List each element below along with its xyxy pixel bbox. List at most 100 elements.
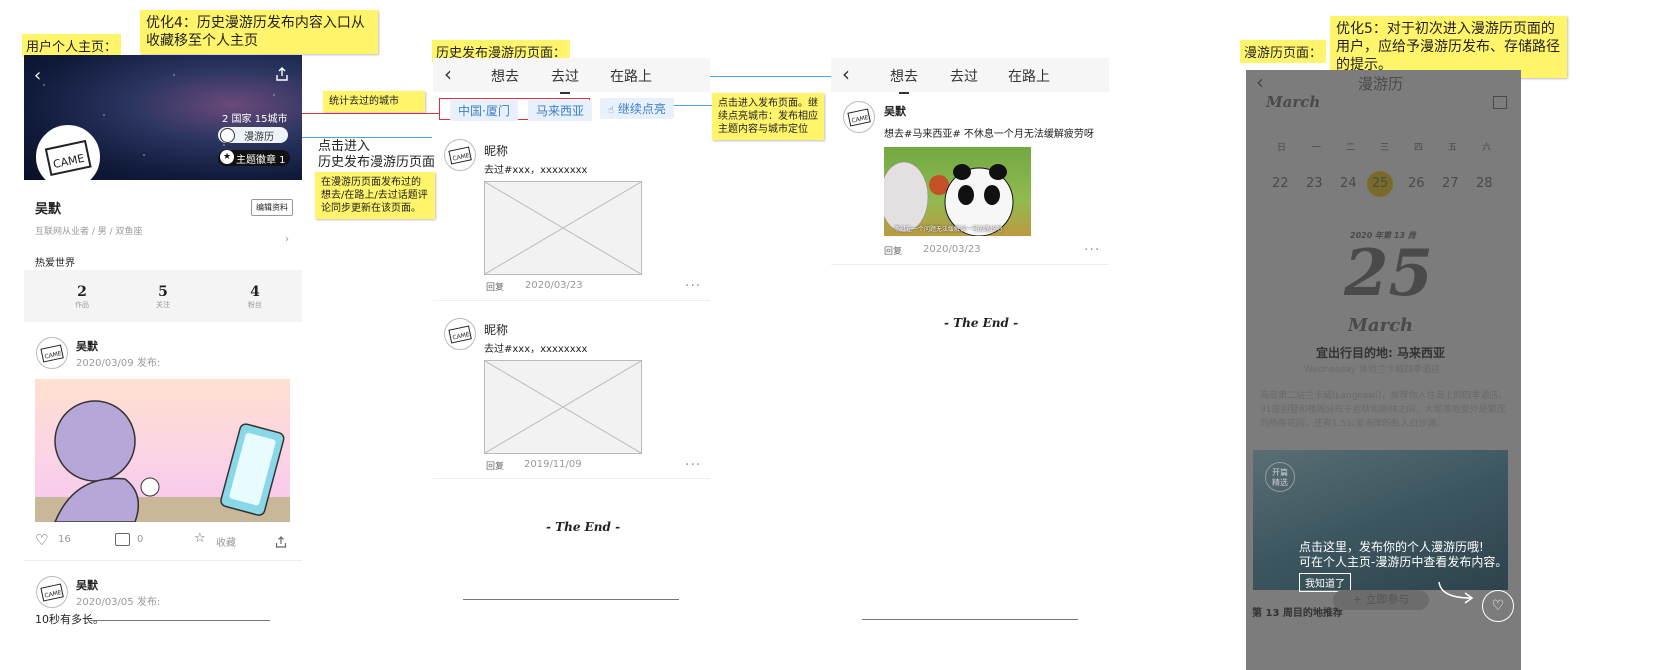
destination-sub: Wednesday 体验兰卡威四季酒店	[1304, 365, 1440, 375]
stat-value: 2	[77, 284, 87, 300]
stat-followers[interactable]: 4 粉丝	[235, 284, 275, 310]
weekday: 四	[1414, 143, 1424, 153]
history-divider	[433, 300, 710, 301]
profile-bottom-bar	[90, 620, 270, 621]
like-count: 16	[58, 534, 71, 545]
history-post-name: 昵称	[484, 144, 509, 158]
edit-profile-button[interactable]: 编辑资料	[251, 199, 293, 216]
history-post-image-placeholder[interactable]	[484, 181, 642, 275]
profile-avatar[interactable]: CAME	[36, 125, 100, 189]
post-avatar-2[interactable]: CAME	[36, 576, 68, 608]
want-post-image-panda[interactable]: 不过在一个问题无法缓解诶一号的路线吧	[884, 147, 1031, 236]
stat-label: 粉丝	[248, 301, 262, 309]
want-tab-been[interactable]: 去过	[950, 66, 978, 86]
comment-icon[interactable]	[115, 533, 130, 546]
want-tab-want[interactable]: 想去	[890, 66, 918, 86]
history-tab-onroad[interactable]: 在路上	[610, 66, 652, 86]
theme-badge-button[interactable]: ★ 主题徽章 1	[218, 150, 290, 166]
history-divider-2	[433, 478, 710, 479]
globe-icon	[220, 128, 235, 143]
profile-bio: 热爱世界	[35, 258, 75, 269]
history-tab-been[interactable]: 去过	[551, 66, 579, 86]
want-post-reply[interactable]: 回复	[884, 244, 902, 257]
continue-light-label: 继续点亮	[617, 102, 666, 116]
month-big: March	[1348, 315, 1414, 336]
history-post-date: 2020/03/23	[525, 280, 583, 291]
city-chip-malaysia[interactable]: 马来西亚	[528, 100, 593, 121]
tip-arrow-icon	[1437, 580, 1477, 604]
day-cell[interactable]: 26	[1408, 176, 1425, 191]
like-icon[interactable]: ♡	[35, 531, 48, 549]
history-post-reply[interactable]: 回复	[486, 280, 504, 293]
roam-entry-label: 漫游历	[244, 132, 274, 143]
big-day: 25	[1344, 236, 1434, 311]
profile-page-label: 用户个人主页：	[22, 34, 122, 57]
comment-count: 0	[137, 534, 144, 545]
continue-light-button[interactable]: ☝ 继续点亮	[600, 98, 674, 119]
history-back-icon[interactable]: ‹	[444, 62, 452, 86]
roam-entry-button[interactable]: 漫游历	[218, 127, 288, 143]
stat-label: 关注	[156, 301, 170, 309]
history-post-avatar-2[interactable]: CAME	[444, 318, 476, 350]
weekday: 二	[1346, 143, 1356, 153]
click-enter-note: 点击进入 历史发布漫游历页面	[318, 139, 436, 170]
post-image-illustration[interactable]	[35, 379, 290, 522]
chevron-right-icon[interactable]: ›	[285, 234, 289, 245]
want-post-date: 2020/03/23	[923, 244, 981, 255]
history-post-text-2: 去过#xxx，xxxxxxxx	[484, 344, 588, 355]
stat-following[interactable]: 5 关注	[143, 284, 183, 310]
roam-page-label: 漫游历页面：	[1240, 40, 1327, 63]
theme-badge-label: 主题徽章 1	[236, 155, 286, 166]
post-date: 2020/03/09 发布:	[76, 358, 161, 369]
weekday: 六	[1482, 143, 1492, 153]
roam-title: 漫游历	[1358, 75, 1404, 93]
want-back-icon[interactable]: ‹	[842, 62, 850, 86]
join-now-button[interactable]: + 立即参与	[1333, 590, 1429, 610]
count-cities-note: 统计去过的城市	[323, 91, 425, 112]
weekday: 五	[1448, 143, 1458, 153]
share-icon[interactable]	[275, 66, 289, 81]
more-icon[interactable]: ···	[685, 278, 701, 294]
history-post-avatar[interactable]: CAME	[444, 139, 476, 171]
want-post-name: 吴默	[884, 105, 906, 118]
weekday: 一	[1312, 143, 1322, 153]
optimization-5-note: 优化5：对于初次进入漫游历页面的用户，应给予漫游历发布、存储路径的提示。	[1330, 16, 1567, 78]
day-cell[interactable]: 24	[1340, 176, 1357, 191]
optimization-4-note: 优化4：历史漫游历发布内容入口从收藏移至个人主页	[140, 10, 378, 54]
post-author: 吴默	[76, 340, 98, 353]
share-post-icon[interactable]	[275, 533, 287, 548]
publish-heart-icon[interactable]: ♡	[1482, 590, 1514, 622]
back-icon[interactable]: ‹	[34, 65, 41, 86]
stat-label: 作品	[75, 301, 89, 309]
weekday: 三	[1380, 143, 1390, 153]
day-cell-selected[interactable]: 25	[1367, 171, 1393, 197]
calendar-icon[interactable]	[1493, 96, 1507, 109]
city-chip-xiamen[interactable]: 中国·厦门	[450, 100, 518, 121]
favorite-star-icon[interactable]: ☆	[194, 531, 206, 546]
want-post-avatar[interactable]: CAME	[843, 101, 875, 133]
day-cell[interactable]: 27	[1442, 176, 1459, 191]
day-cell[interactable]: 28	[1476, 176, 1493, 191]
post-text-2: 10秒有多长。	[35, 613, 104, 626]
history-tab-want[interactable]: 想去	[491, 66, 519, 86]
profile-subtitle: 互联网从业者 / 男 / 双鱼座	[35, 227, 143, 237]
want-divider	[831, 264, 1109, 265]
want-post-text: 想去#马来西亚# 不休息一个月无法缓解疲劳呀	[884, 129, 1094, 140]
stats-bar: 2 作品 5 关注 4 粉丝	[24, 270, 302, 322]
history-post-reply-2[interactable]: 回复	[486, 459, 504, 472]
stat-value: 4	[250, 284, 260, 300]
star-icon: ★	[220, 150, 234, 164]
more-icon-2[interactable]: ···	[685, 457, 701, 473]
history-post-text: 去过#xxx，xxxxxxxx	[484, 165, 588, 176]
day-cell[interactable]: 23	[1306, 176, 1323, 191]
history-post-image-placeholder-2[interactable]	[484, 360, 642, 454]
countries-cities-count[interactable]: 2 国家 15城市	[222, 110, 287, 125]
stat-works[interactable]: 2 作品	[62, 284, 102, 310]
want-tab-onroad[interactable]: 在路上	[1008, 66, 1050, 86]
want-bottom-bar	[862, 619, 1078, 620]
want-more-icon[interactable]: ···	[1084, 242, 1100, 258]
post-avatar[interactable]: CAME	[36, 337, 68, 369]
roam-back-icon[interactable]: ‹	[1256, 70, 1264, 94]
day-cell[interactable]: 22	[1272, 176, 1289, 191]
favorite-label[interactable]: 收藏	[216, 534, 236, 549]
